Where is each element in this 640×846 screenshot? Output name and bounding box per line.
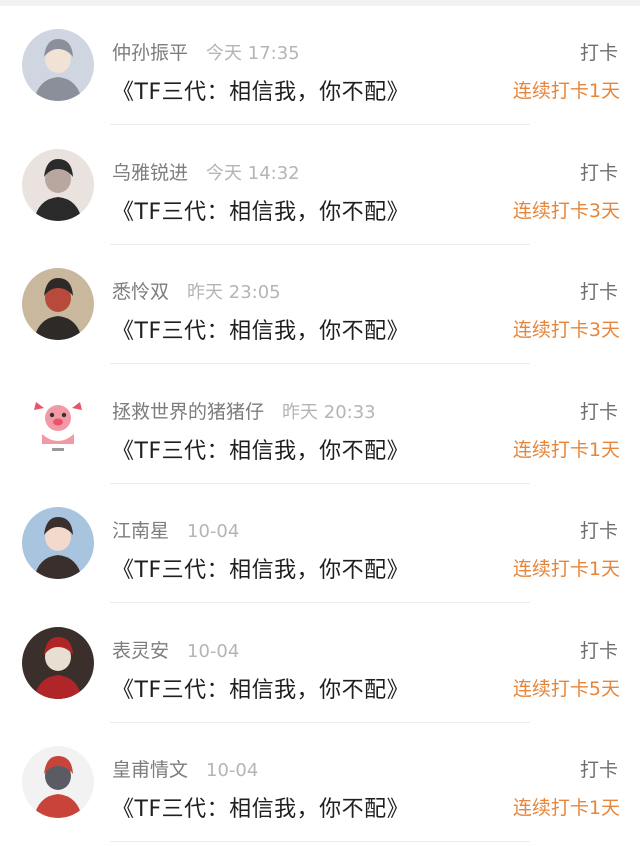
streak-badge: 连续打卡3天: [512, 319, 620, 341]
checkin-content[interactable]: 《TF三代：相信我，你不配》: [112, 74, 409, 106]
checkin-content[interactable]: 《TF三代：相信我，你不配》: [112, 194, 409, 226]
checkin-time: 今天 14:32: [206, 162, 300, 184]
checkin-action-label[interactable]: 打卡: [580, 277, 618, 304]
checkin-action-label[interactable]: 打卡: [580, 397, 618, 424]
streak-badge: 连续打卡1天: [512, 80, 620, 102]
checkin-row[interactable]: 江南星 10-04 《TF三代：相信我，你不配》 打卡连续打卡1天: [0, 484, 640, 603]
user-name[interactable]: 江南星: [112, 520, 169, 542]
user-avatar-icon[interactable]: [22, 268, 94, 340]
streak-badge: 连续打卡3天: [512, 199, 620, 222]
user-name[interactable]: 悉怜双: [112, 281, 169, 303]
user-name-line: 仲孙振平 今天 17:35: [112, 38, 300, 65]
checkin-content[interactable]: 《TF三代：相信我，你不配》: [112, 433, 409, 465]
checkin-action-label[interactable]: 打卡: [580, 755, 618, 782]
streak-badge: 连续打卡1天: [512, 797, 620, 819]
user-avatar-icon[interactable]: [22, 507, 94, 579]
checkin-row[interactable]: 仲孙振平 今天 17:35 《TF三代：相信我，你不配》 打卡连续打卡1天: [0, 6, 640, 125]
checkin-action-label[interactable]: 打卡: [580, 516, 618, 543]
checkin-row[interactable]: 表灵安 10-04 《TF三代：相信我，你不配》 打卡连续打卡5天: [0, 604, 640, 723]
checkin-action-label[interactable]: 打卡: [580, 636, 618, 663]
user-name[interactable]: 乌雅锐进: [112, 162, 188, 184]
checkin-row[interactable]: 拯救世界的猪猪仔 昨天 20:33 《TF三代：相信我，你不配》 打卡连续打卡1天: [0, 365, 640, 484]
checkin-content[interactable]: 《TF三代：相信我，你不配》: [112, 313, 409, 345]
user-avatar-icon[interactable]: [22, 29, 94, 101]
user-name-line: 悉怜双 昨天 23:05: [112, 277, 281, 304]
user-avatar-icon[interactable]: [22, 626, 94, 699]
user-name-line: 皇甫情文 10-04: [112, 755, 258, 782]
user-name[interactable]: 拯救世界的猪猪仔: [112, 401, 264, 423]
checkin-row[interactable]: 皇甫情文 10-04 《TF三代：相信我，你不配》 打卡连续打卡1天: [0, 723, 640, 842]
user-name[interactable]: 表灵安: [112, 640, 169, 662]
row-divider: [110, 841, 530, 842]
checkin-row[interactable]: 乌雅锐进 今天 14:32 《TF三代：相信我，你不配》 打卡连续打卡3天: [0, 126, 640, 245]
user-name[interactable]: 皇甫情文: [112, 759, 188, 781]
streak-badge: 连续打卡5天: [512, 677, 620, 700]
checkin-time: 今天 17:35: [206, 43, 300, 64]
checkin-content[interactable]: 《TF三代：相信我，你不配》: [112, 552, 409, 584]
user-name-line: 江南星 10-04: [112, 516, 239, 543]
checkin-list: 仲孙振平 今天 17:35 《TF三代：相信我，你不配》 打卡 连续打卡1天 乌雅锐进今…: [0, 0, 640, 846]
checkin-content[interactable]: 《TF三代：相信我，你不配》: [112, 791, 409, 823]
checkin-action-label[interactable]: 打卡: [580, 38, 618, 65]
pig-avatar-icon[interactable]: [22, 387, 94, 460]
streak-badge: 连续打卡1天: [512, 438, 620, 461]
user-avatar-icon[interactable]: [22, 746, 94, 818]
user-avatar-icon[interactable]: [22, 148, 94, 221]
user-name-line: 拯救世界的猪猪仔 昨天 20:33: [112, 397, 376, 424]
checkin-time: 昨天 20:33: [282, 401, 376, 423]
checkin-row[interactable]: 悉怜双 昨天 23:05 《TF三代：相信我，你不配》 打卡连续打卡3天: [0, 245, 640, 364]
streak-badge: 连续打卡1天: [512, 558, 620, 580]
checkin-action-label[interactable]: 打卡: [580, 158, 618, 185]
user-name-line: 表灵安 10-04: [112, 636, 239, 663]
checkin-time: 10-04: [187, 640, 240, 662]
checkin-time: 10-04: [187, 521, 240, 542]
checkin-content[interactable]: 《TF三代：相信我，你不配》: [112, 672, 409, 704]
user-name-line: 乌雅锐进 今天 14:32: [112, 158, 300, 185]
checkin-time: 昨天 23:05: [187, 282, 281, 303]
user-name[interactable]: 仲孙振平: [112, 42, 188, 64]
checkin-time: 10-04: [206, 760, 259, 781]
